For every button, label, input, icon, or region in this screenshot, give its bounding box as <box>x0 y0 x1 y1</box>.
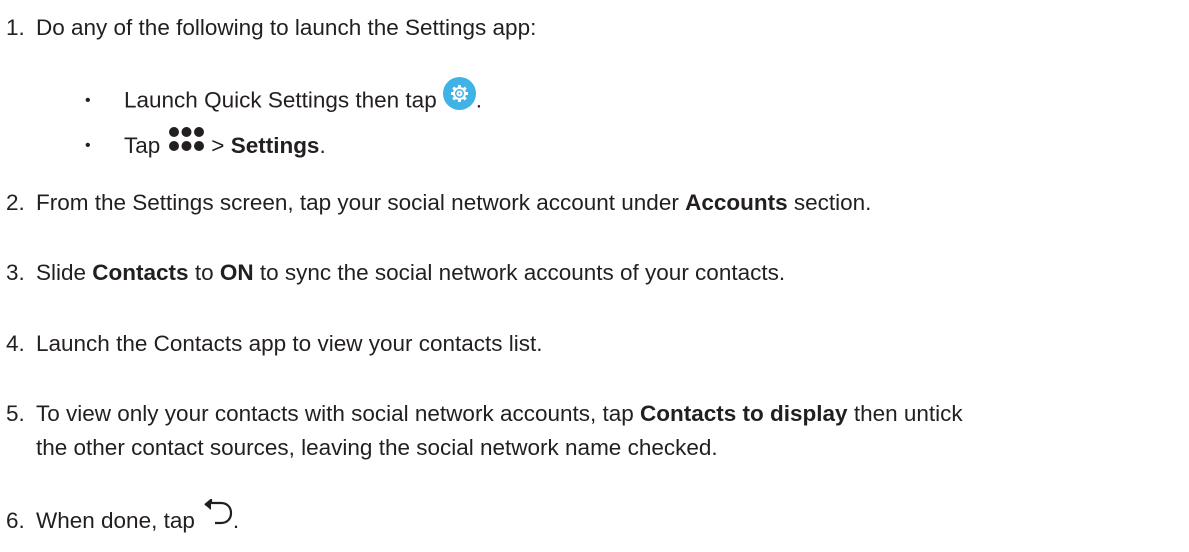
settings-gear-icon <box>442 77 476 110</box>
substep-1: Launch Quick Settings then tap . <box>124 77 482 118</box>
step-4: 4. Launch the Contacts app to view your c… <box>0 329 543 359</box>
step-number: 3. <box>6 260 25 285</box>
step-5: 5. To view only your contacts with social… <box>0 399 963 429</box>
back-icon <box>203 497 233 533</box>
bullet: • <box>85 92 91 109</box>
substep-text: Tap <box>124 132 161 158</box>
step-text-end: then untick <box>847 401 963 426</box>
substep-text: Launch Quick Settings then tap <box>124 87 437 113</box>
all-apps-dots-icon <box>168 126 205 160</box>
step-text-mid: to <box>188 260 220 285</box>
substep-text-end: . <box>319 132 326 158</box>
substep-2: Tap > Settings. <box>124 127 326 164</box>
on-label: ON <box>219 260 254 285</box>
substep-separator: > <box>211 132 231 158</box>
step-2: 2. From the Settings screen, tap your soc… <box>0 188 871 218</box>
step-number: 4. <box>6 331 25 356</box>
step-6: 6. When done, tap . <box>0 497 240 539</box>
step-text-end: . <box>232 507 240 533</box>
step-text: From the Settings screen, tap your socia… <box>36 190 686 215</box>
step-number: 5. <box>6 401 25 426</box>
bullet: • <box>85 137 91 154</box>
step-text: the other contact sources, leaving the s… <box>36 435 718 460</box>
step-text: Slide <box>36 260 93 285</box>
accounts-label: Accounts <box>685 190 788 215</box>
step-5-continued: the other contact sources, leaving the s… <box>36 433 718 463</box>
step-number: 1. <box>6 15 25 40</box>
step-3: 3. Slide Contacts to ON to sync the socia… <box>0 258 785 288</box>
step-number: 2. <box>6 190 25 215</box>
contacts-label: Contacts <box>92 260 189 285</box>
step-text: When done, tap <box>36 507 195 533</box>
step-text: Do any of the following to launch the Se… <box>36 15 537 40</box>
settings-label: Settings <box>230 132 320 158</box>
step-text-end: section. <box>787 190 872 215</box>
step-text: To view only your contacts with social n… <box>36 401 641 426</box>
step-number: 6. <box>6 507 25 533</box>
step-text: Launch the Contacts app to view your con… <box>36 331 543 356</box>
contacts-to-display-label: Contacts to display <box>640 401 848 426</box>
step-text-end: to sync the social network accounts of y… <box>253 260 786 285</box>
step-1: 1. Do any of the following to launch the … <box>0 13 536 43</box>
substep-text-end: . <box>475 87 482 113</box>
